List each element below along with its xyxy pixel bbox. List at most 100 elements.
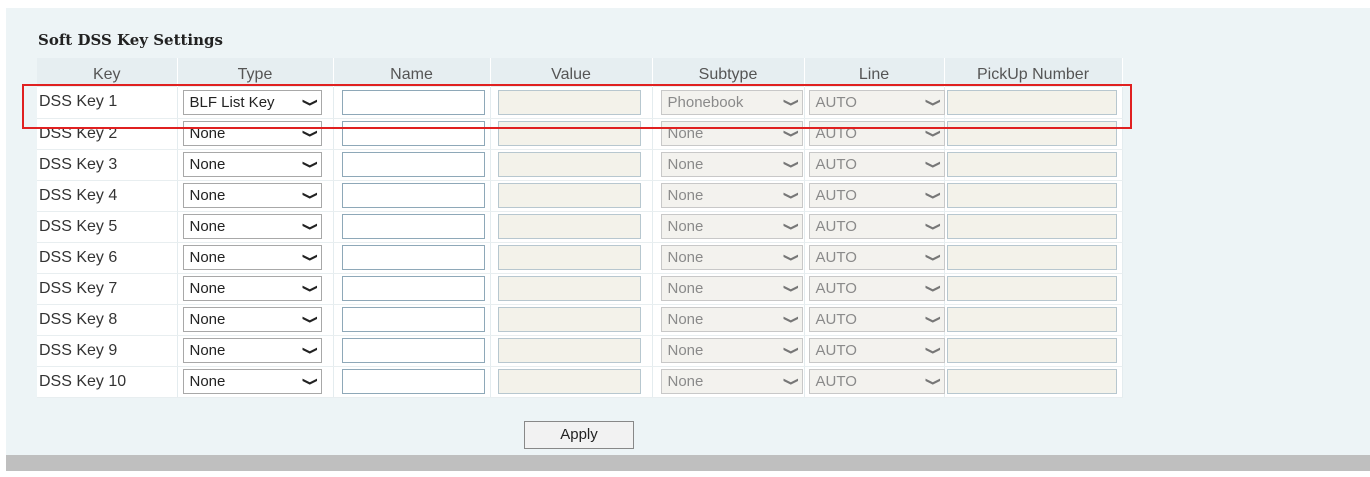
line-select-value: AUTO [815,342,857,359]
pickup-number-input[interactable] [946,214,1117,239]
pickup-number-input[interactable] [946,152,1117,177]
pickup-number-input[interactable] [946,338,1117,363]
type-select[interactable]: BLF List Key ❯ [182,89,322,115]
table-row: DSS Key 4 None ❯ None ❯ AUTO ❯ [37,180,1123,212]
subtype-select-value: None [667,125,704,142]
subtype-select[interactable]: None ❯ [660,338,803,363]
subtype-select[interactable]: None ❯ [660,245,803,270]
name-input[interactable] [341,121,485,146]
subtype-select[interactable]: Phonebook ❯ [660,89,803,115]
line-select-value: AUTO [815,156,857,173]
subtype-select[interactable]: None ❯ [660,152,803,177]
line-select[interactable]: AUTO ❯ [808,307,945,332]
pickup-cell [944,242,1123,274]
line-select[interactable]: AUTO ❯ [808,338,945,363]
type-select[interactable]: None ❯ [182,245,322,270]
pickup-number-input[interactable] [946,307,1117,332]
subtype-select[interactable]: None ❯ [660,369,803,394]
value-input[interactable] [497,369,641,394]
type-select[interactable]: None ❯ [182,183,322,208]
chevron-down-icon: ❯ [924,221,940,232]
line-select[interactable]: AUTO ❯ [808,121,945,146]
line-select[interactable]: AUTO ❯ [808,183,945,208]
name-input[interactable] [341,369,485,394]
line-cell: AUTO ❯ [804,242,945,274]
type-select[interactable]: None ❯ [182,307,322,332]
value-input[interactable] [497,338,641,363]
type-select[interactable]: None ❯ [182,369,322,394]
apply-button[interactable]: Apply [524,421,634,449]
type-select[interactable]: None ❯ [182,214,322,239]
line-select[interactable]: AUTO ❯ [808,369,945,394]
chevron-down-icon: ❯ [924,252,940,263]
name-input[interactable] [341,307,485,332]
pickup-number-input[interactable] [946,245,1117,270]
value-input[interactable] [497,245,641,270]
type-cell: None ❯ [177,242,334,274]
name-input[interactable] [341,152,485,177]
pickup-cell [944,335,1123,367]
dss-key-label: DSS Key 5 [37,211,178,243]
type-cell: None ❯ [177,273,334,305]
name-input[interactable] [341,183,485,208]
name-input[interactable] [341,338,485,363]
pickup-number-input[interactable] [946,89,1117,115]
value-input[interactable] [497,89,641,115]
pickup-cell [944,149,1123,181]
chevron-down-icon: ❯ [782,159,798,170]
subtype-select[interactable]: None ❯ [660,121,803,146]
subtype-select[interactable]: None ❯ [660,214,803,239]
line-cell: AUTO ❯ [804,180,945,212]
subtype-select-value: None [667,373,704,390]
chevron-down-icon: ❯ [301,376,317,387]
subtype-select[interactable]: None ❯ [660,276,803,301]
column-header-type: Type [177,58,334,87]
chevron-down-icon: ❯ [924,159,940,170]
chevron-down-icon: ❯ [782,376,798,387]
table-row: DSS Key 6 None ❯ None ❯ AUTO ❯ [37,242,1123,274]
pickup-number-input[interactable] [946,276,1117,301]
column-header-value: Value [490,58,653,87]
pickup-number-input[interactable] [946,369,1117,394]
line-cell: AUTO ❯ [804,149,945,181]
value-input[interactable] [497,307,641,332]
chevron-down-icon: ❯ [301,345,317,356]
name-input[interactable] [341,245,485,270]
value-input[interactable] [497,152,641,177]
type-select[interactable]: None ❯ [182,338,322,363]
pickup-number-input[interactable] [946,121,1117,146]
line-select[interactable]: AUTO ❯ [808,276,945,301]
line-select[interactable]: AUTO ❯ [808,152,945,177]
type-select-value: None [189,156,226,173]
value-input[interactable] [497,121,641,146]
subtype-select[interactable]: None ❯ [660,183,803,208]
line-select[interactable]: AUTO ❯ [808,245,945,270]
line-select[interactable]: AUTO ❯ [808,89,945,115]
subtype-select[interactable]: None ❯ [660,307,803,332]
value-cell [490,242,653,274]
type-select[interactable]: None ❯ [182,152,322,177]
name-input[interactable] [341,214,485,239]
subtype-cell: None ❯ [652,335,805,367]
value-input[interactable] [497,183,641,208]
value-cell [490,180,653,212]
type-select[interactable]: None ❯ [182,276,322,301]
table-row: DSS Key 3 None ❯ None ❯ AUTO ❯ [37,149,1123,181]
column-header-subtype: Subtype [652,58,805,87]
subtype-select-value: None [667,218,704,235]
name-input[interactable] [341,276,485,301]
pickup-number-input[interactable] [946,183,1117,208]
footer-bar [6,455,1370,471]
value-cell [490,211,653,243]
column-header-line: Line [804,58,945,87]
chevron-down-icon: ❯ [301,159,317,170]
type-select[interactable]: None ❯ [182,121,322,146]
column-header-pickup-number: PickUp Number [944,58,1123,87]
line-select-value: AUTO [815,311,857,328]
value-input[interactable] [497,276,641,301]
subtype-cell: None ❯ [652,304,805,336]
type-select-value: BLF List Key [189,93,275,111]
name-input[interactable] [341,89,485,115]
line-select[interactable]: AUTO ❯ [808,214,945,239]
value-input[interactable] [497,214,641,239]
